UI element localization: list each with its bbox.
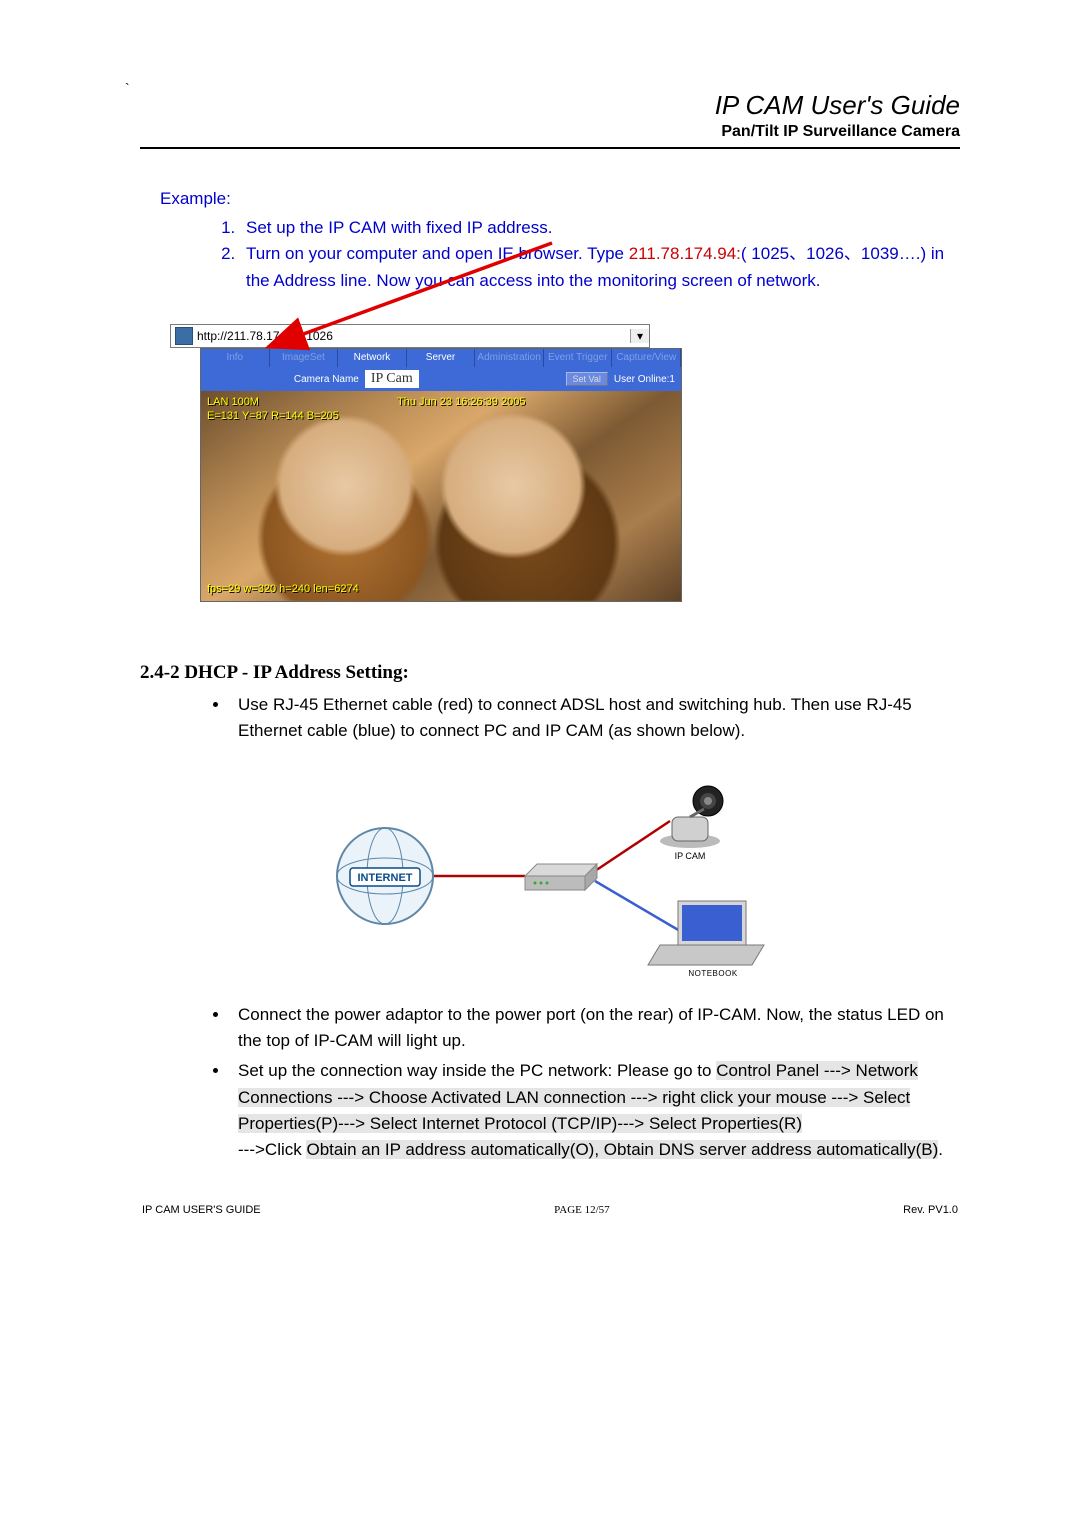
- ipcam-web-ui: Info ImageSet Network Server Administrat…: [200, 348, 682, 602]
- stray-mark: `: [125, 80, 130, 96]
- page-footer: IP CAM USER'S GUIDE PAGE 12/57 Rev. PV1.…: [140, 1204, 960, 1216]
- dhcp-bullet-list: Use RJ-45 Ethernet cable (red) to connec…: [200, 692, 960, 745]
- cam-toolbar: Camera Name IP Cam Set Val User Online:1: [201, 367, 681, 391]
- cam-tab-bar: Info ImageSet Network Server Administrat…: [201, 349, 681, 367]
- doc-subtitle: Pan/Tilt IP Surveillance Camera: [140, 123, 960, 141]
- camera-overlay-bottom: fps=29 w=320 h=240 len=6274: [207, 583, 359, 595]
- address-bar-screenshot: http://211.78.174.94:1026 ▾ Info ImageSe…: [170, 324, 650, 602]
- section-heading: 2.4-2 DHCP - IP Address Setting:: [140, 662, 960, 684]
- tab-network[interactable]: Network: [338, 349, 407, 367]
- example-item-1: Set up the IP CAM with fixed IP address.: [240, 215, 960, 241]
- example-list: Set up the IP CAM with fixed IP address.…: [200, 215, 960, 294]
- camera-name-label: Camera Name: [294, 374, 359, 385]
- users-online-label: User Online:1: [614, 374, 675, 385]
- diagram-internet-label: INTERNET: [358, 872, 413, 884]
- ie-page-icon: [175, 327, 193, 345]
- network-diagram: INTERNET IP CAM: [310, 761, 790, 986]
- tab-capture[interactable]: Capture/View: [612, 349, 681, 367]
- footer-left: IP CAM USER'S GUIDE: [142, 1204, 261, 1216]
- tab-admin[interactable]: Administration: [475, 349, 544, 367]
- document-page: ` IP CAM User's Guide Pan/Tilt IP Survei…: [0, 0, 1080, 1256]
- doc-title: IP CAM User's Guide: [140, 90, 960, 121]
- address-input[interactable]: http://211.78.174.94:1026: [197, 329, 630, 343]
- camera-overlay-top: LAN 100M Thu Jun 23 16:26:39 2005 E=131 …: [207, 395, 339, 424]
- page-header: IP CAM User's Guide Pan/Tilt IP Surveill…: [140, 90, 960, 141]
- diagram-ipcam-label: IP CAM: [675, 851, 706, 861]
- ip-address-text: 211.78.174.94:: [629, 244, 741, 263]
- footer-center: PAGE 12/57: [554, 1204, 610, 1216]
- example-item-2: Turn on your computer and open IE browse…: [240, 241, 960, 294]
- camera-viewport: LAN 100M Thu Jun 23 16:26:39 2005 E=131 …: [201, 391, 681, 601]
- diagram-notebook-label: NOTEBOOK: [688, 969, 738, 978]
- tab-info[interactable]: Info: [201, 349, 270, 367]
- set-val-button[interactable]: Set Val: [566, 372, 608, 386]
- tab-event[interactable]: Event Trigger: [544, 349, 613, 367]
- address-bar: http://211.78.174.94:1026 ▾: [170, 324, 650, 348]
- dhcp-bullet-list-2: Connect the power adaptor to the power p…: [200, 1002, 960, 1164]
- footer-right: Rev. PV1.0: [903, 1204, 958, 1216]
- tab-server[interactable]: Server: [407, 349, 476, 367]
- header-divider: [140, 147, 960, 149]
- camera-name-input[interactable]: IP Cam: [365, 370, 419, 388]
- tab-imageset[interactable]: ImageSet: [270, 349, 339, 367]
- bullet-2: Connect the power adaptor to the power p…: [230, 1002, 960, 1055]
- address-dropdown-icon[interactable]: ▾: [630, 329, 649, 343]
- bullet-3: Set up the connection way inside the PC …: [230, 1058, 960, 1163]
- path-highlight-2: Obtain an IP address automatically(O), O…: [306, 1140, 938, 1159]
- bullet-1: Use RJ-45 Ethernet cable (red) to connec…: [230, 692, 960, 745]
- example-label: Example:: [160, 189, 960, 209]
